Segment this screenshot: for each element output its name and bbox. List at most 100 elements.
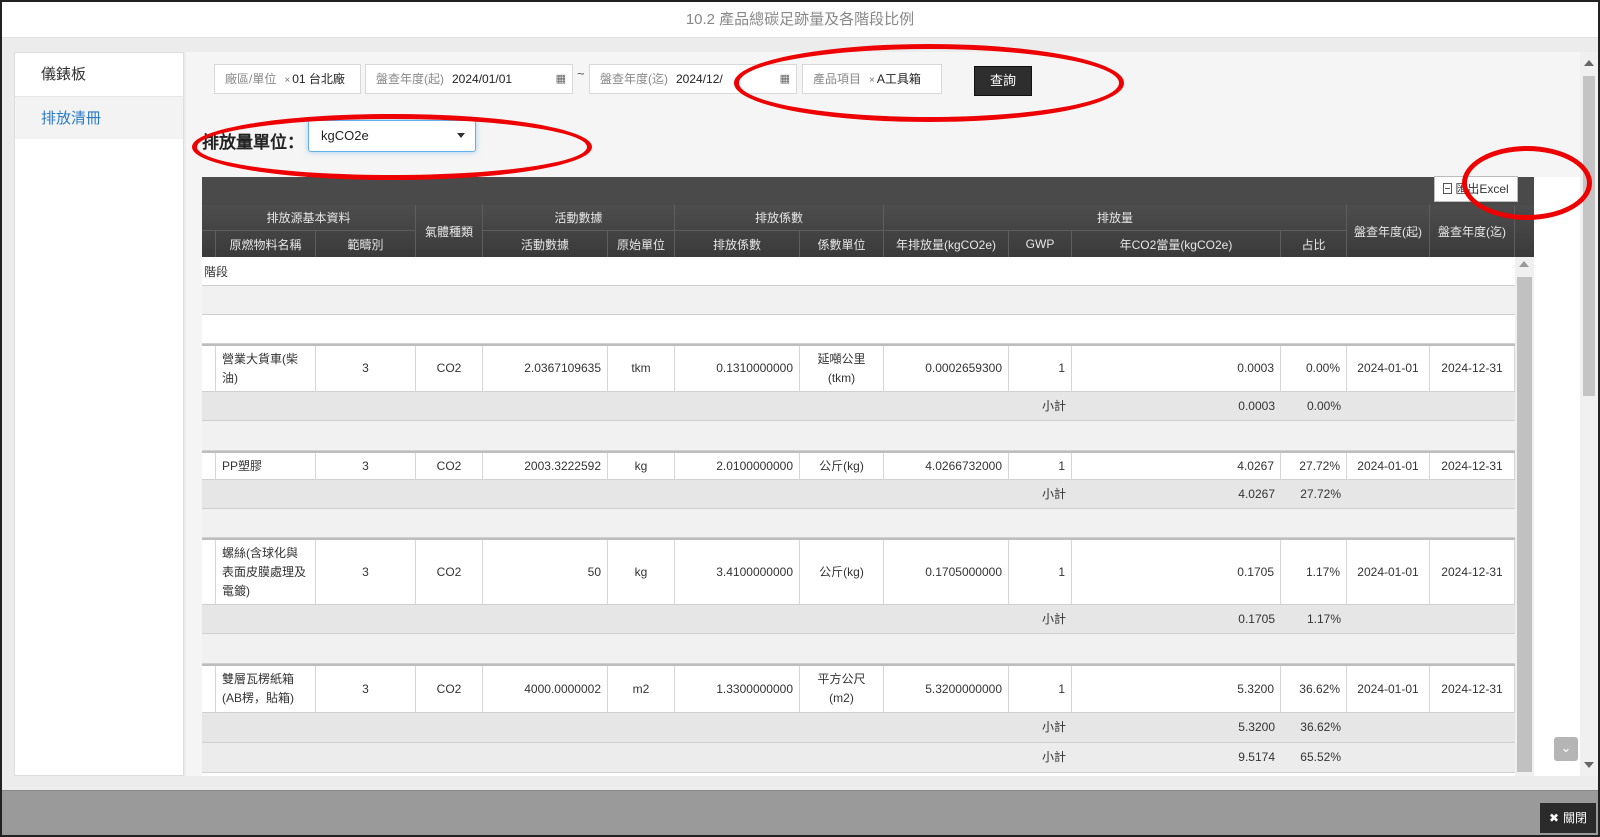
cell-material-name: 雙層瓦楞紙箱(AB楞，貼箱) (216, 666, 316, 712)
table-body: 階段 營業大貨車(柴油) 3 CO2 2.0367109635 tkm 0.13… (202, 257, 1515, 776)
file-icon (1443, 183, 1453, 194)
start-date-field[interactable]: 盤查年度(起) 2024/01/01 ▦ (365, 64, 573, 94)
header-activity-data: 活動數據 (483, 205, 675, 231)
header-factor[interactable]: 排放係數 (675, 231, 800, 257)
table-row[interactable]: 營業大貨車(柴油) 3 CO2 2.0367109635 tkm 0.13100… (202, 344, 1515, 392)
export-excel-label: 匯出Excel (1455, 182, 1509, 196)
close-icon: ✖ (1548, 811, 1560, 825)
cell-activity: 2.0367109635 (483, 346, 608, 391)
subtotal-ratio: 1.17% (1306, 611, 1341, 626)
blank-row (202, 286, 1515, 315)
query-button[interactable]: 查詢 (974, 66, 1032, 96)
cell-ratio: 36.62% (1281, 666, 1347, 712)
cell-year-end: 2024-12-31 (1430, 540, 1515, 604)
table-toolbar (202, 177, 1534, 205)
scroll-down-icon[interactable] (1584, 762, 1594, 768)
scroll-up-icon[interactable] (1519, 261, 1529, 267)
site-filter[interactable]: 廠區/單位 × 01 台北廠 (214, 64, 361, 94)
header-factor-unit[interactable]: 係數單位 (800, 231, 884, 257)
cell-year-start: 2024-01-01 (1347, 540, 1430, 604)
cell-year-start: 2024-01-01 (1347, 666, 1430, 712)
cell-gas: CO2 (416, 453, 483, 479)
cell-material-name: 營業大貨車(柴油) (216, 346, 316, 391)
blank-row (202, 634, 1515, 664)
group-total-co2e: 9.5174 (1238, 750, 1275, 764)
subtotal-ratio: 27.72% (1300, 486, 1341, 501)
header-emissions: 排放量 (884, 205, 1347, 231)
sidebar-item-dashboard[interactable]: 儀錶板 (15, 53, 183, 96)
header-ratio[interactable]: 占比 (1281, 231, 1347, 257)
calendar-icon[interactable]: ▦ (780, 65, 790, 93)
export-excel-button[interactable]: 匯出Excel (1434, 176, 1518, 202)
sidebar-item-emission-inventory[interactable]: 排放清冊 (15, 96, 183, 139)
header-material-name[interactable]: 原燃物料名稱 (216, 231, 316, 257)
chevron-down-icon (457, 133, 465, 138)
cell-scope: 3 (316, 346, 416, 391)
subtotal-ratio: 0.00% (1306, 398, 1341, 413)
cell-material-name: PP塑膠 (216, 453, 316, 479)
header-co2e[interactable]: 年CO2當量(kgCO2e) (1072, 231, 1281, 257)
cell-gwp: 1 (1009, 666, 1072, 712)
close-button-label: 關閉 (1563, 811, 1588, 825)
cell-annual-emission: 5.3200000000 (884, 666, 1009, 712)
cell-activity: 50 (483, 540, 608, 604)
cell-factor-unit: 平方公尺(m2) (800, 666, 884, 712)
blank-row (202, 509, 1515, 538)
site-filter-label: 廠區/單位 (225, 72, 277, 86)
cell-year-start: 2024-01-01 (1347, 453, 1430, 479)
close-button[interactable]: ✖ 關閉 (1540, 803, 1596, 833)
header-source-basic: 排放源基本資料 (202, 205, 416, 231)
group-total-label: 小計 (1041, 750, 1066, 764)
remove-product-icon[interactable]: × (869, 75, 875, 86)
cell-year-end: 2024-12-31 (1430, 346, 1515, 391)
subtotal-ratio: 36.62% (1300, 720, 1341, 734)
subtotal-row: 小計 5.3200 36.62% (202, 713, 1515, 743)
product-filter[interactable]: 產品項目 × A工具箱 (802, 64, 942, 94)
end-date-field[interactable]: 盤查年度(迄) 2024/12/ ▦ (589, 64, 797, 94)
cell-scope: 3 (316, 666, 416, 712)
cell-gas: CO2 (416, 346, 483, 391)
cell-year-end: 2024-12-31 (1430, 666, 1515, 712)
subtotal-label: 小計 (1041, 611, 1066, 626)
cell-raw-unit: kg (608, 540, 675, 604)
cell-year-start: 2024-01-01 (1347, 346, 1430, 391)
remove-site-icon[interactable]: × (284, 75, 290, 86)
date-range-separator: ~ (577, 66, 585, 81)
cell-gas: CO2 (416, 666, 483, 712)
header-year-end[interactable]: 盤查年度(迄) (1430, 205, 1515, 257)
cell-raw-unit: m2 (608, 666, 675, 712)
subtotal-row: 小計 0.0003 0.00% (202, 392, 1515, 421)
emission-unit-select[interactable]: kgCO2e (308, 120, 476, 152)
subtotal-label: 小計 (1041, 720, 1066, 734)
cell-factor: 2.0100000000 (675, 453, 800, 479)
cell-ratio: 0.00% (1281, 346, 1347, 391)
cell-factor-unit: 公斤(kg) (800, 540, 884, 604)
page-scrollbar-thumb[interactable] (1583, 76, 1595, 396)
sidebar: 儀錶板 排放清冊 (14, 52, 184, 776)
table-row[interactable]: 螺絲(含球化與表面皮膜處理及電鍍) 3 CO2 50 kg 3.41000000… (202, 538, 1515, 605)
cell-ratio: 1.17% (1281, 540, 1347, 604)
table-row[interactable]: PP塑膠 3 CO2 2003.3222592 kg 2.0100000000 … (202, 451, 1515, 480)
calendar-icon[interactable]: ▦ (556, 65, 566, 93)
cell-factor-unit: 公斤(kg) (800, 453, 884, 479)
header-annual-emission[interactable]: 年排放量(kgCO2e) (884, 231, 1009, 257)
header-year-start[interactable]: 盤查年度(起) (1347, 205, 1430, 257)
scroll-down-icon[interactable]: ⌄ (1554, 737, 1578, 761)
header-raw-unit[interactable]: 原始單位 (608, 231, 675, 257)
page-scrollbar[interactable] (1580, 52, 1598, 776)
header-gas-type: 氣體種類 (416, 205, 483, 257)
header-scope[interactable]: 範疇別 (316, 231, 416, 257)
table-scrollbar-thumb[interactable] (1517, 277, 1532, 772)
cell-annual-emission: 4.0266732000 (884, 453, 1009, 479)
cell-gas: CO2 (416, 540, 483, 604)
header-gwp[interactable]: GWP (1009, 231, 1072, 257)
table-scrollbar[interactable] (1515, 257, 1534, 776)
subtotal-co2e: 0.1705 (1238, 611, 1275, 626)
cell-co2e: 0.0003 (1072, 346, 1281, 391)
cell-scope: 3 (316, 540, 416, 604)
emission-unit-label: 排放量單位： (202, 133, 304, 152)
subtotal-label: 小計 (1041, 486, 1066, 501)
scroll-up-icon[interactable] (1584, 60, 1594, 66)
table-row[interactable]: 雙層瓦楞紙箱(AB楞，貼箱) 3 CO2 4000.0000002 m2 1.3… (202, 664, 1515, 713)
header-activity[interactable]: 活動數據 (483, 231, 608, 257)
